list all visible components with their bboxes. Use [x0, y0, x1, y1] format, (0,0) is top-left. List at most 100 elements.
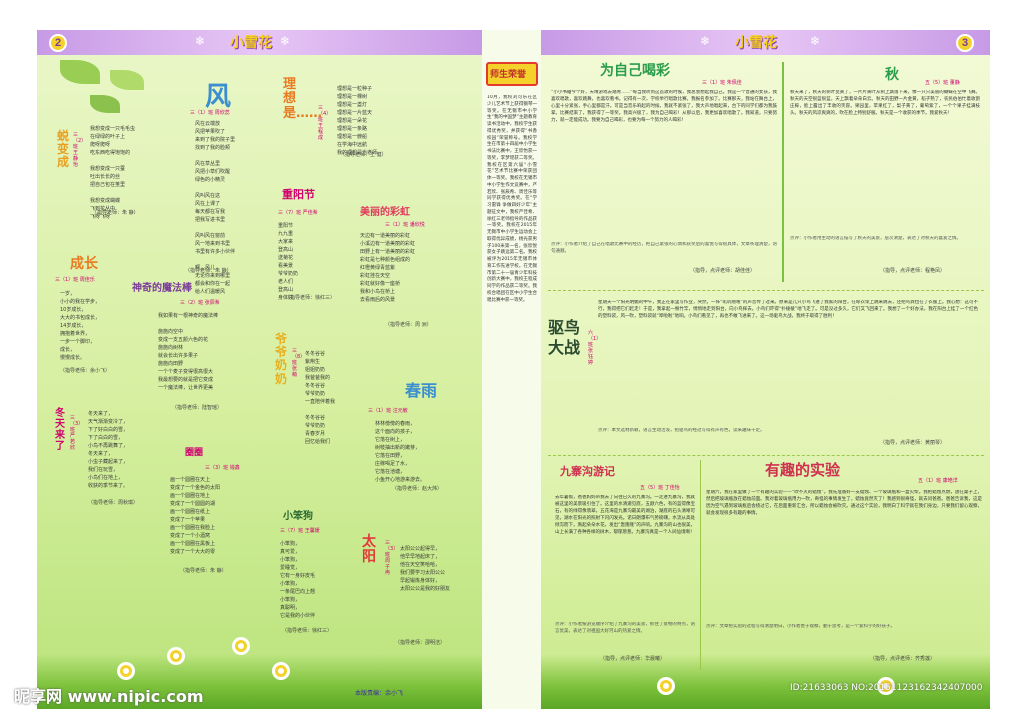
poem-line: 下了好白白的雪，	[88, 427, 129, 433]
poem-line: 理想是一朵花	[337, 118, 368, 124]
poem-line: 早起锻炼身体好，	[400, 578, 441, 584]
poem-line: 真聪明，	[280, 605, 301, 611]
poem-title-meili: 美丽的彩虹	[360, 207, 410, 218]
teacher-credit: （指导老师：徐红三）	[282, 628, 333, 634]
article-comment-jiuzhai: 点评：小作者按游览顺序介绍了九寨沟的美景，抓住了景物的特点，语言优美，表达了对祖…	[555, 622, 695, 634]
spine-title: 师生荣誉	[490, 70, 527, 80]
poem-title-taiyang: 太阳	[362, 534, 376, 566]
poem-line: 爷爷奶奶	[305, 391, 326, 397]
article-title-qiu: 秋	[885, 67, 899, 83]
poem-line	[195, 184, 235, 192]
page-number-left: 2	[49, 34, 67, 52]
poem-line: 登高山	[278, 287, 294, 293]
poem-body-mofa: 我如果有一根神奇的魔法棒 施施向空中 变成一支五颜六色的花 施施向树林 就会长出许多果…	[158, 312, 218, 392]
poem-line: 风叫风在窗前	[195, 233, 226, 239]
poem-line: 他早早地起床了，	[400, 554, 441, 560]
article-author: 五（5）班 丁佳怡	[640, 485, 680, 491]
poem-body-xiaogou: 小笨狗， 真可爱， 小笨狗， 爱睡觉， 它有一身好皮毛 小笨狗， 一条尾巴向上翘 小笨狗， 真聪…	[280, 540, 315, 620]
poem-line: 我们要学习太阳公公	[400, 570, 446, 576]
poem-line: 施施向田野	[158, 361, 184, 367]
poem-line: 画一个圆圈在天上	[170, 477, 211, 483]
daisy-icon	[660, 680, 672, 692]
poem-line: 在绿绿的叶子上	[90, 134, 126, 140]
poem-body-chongyang: 重阳节 九九重 大家来 登高山 送菊花 看美景 爷爷奶奶 老人们 登高山 身体好	[278, 222, 298, 302]
poem-line: 成长，	[60, 347, 76, 353]
snowflake-icon: ❄	[810, 34, 821, 48]
article-comment-qiu: 点评：小作者用生动的语言描写了秋天的美景，层次清楚，表达了对秋天的喜爱之情。	[790, 236, 961, 241]
daisy-icon	[235, 640, 247, 652]
teacher-credit: （指导老师：朱 静）	[92, 210, 139, 216]
poem-line: 我如果有一根神奇的魔法棒	[158, 313, 219, 319]
poem-line: 来到了我的院子里	[195, 137, 236, 143]
column-divider	[782, 62, 784, 282]
teacher-credit: （指导老师：陆智瑶）	[172, 405, 223, 411]
poem-line: 九九重	[278, 231, 294, 237]
poem-line: 绿色的小精灵	[195, 177, 226, 183]
poem-line: 一岁，	[60, 291, 76, 297]
daisy-icon	[120, 665, 132, 677]
poem-line: 一直陪伴着我	[305, 399, 336, 405]
teacher-credit: （指导老师：王 健）	[340, 152, 387, 158]
article-title-wei: 为自己喝彩	[600, 63, 670, 79]
poem-body-lixiang: 理想是一粒种子 理想是一棵树 理想是一盏灯 理想是一片蓝天 理想是一朵花 理想是一条路 理想…	[337, 85, 377, 157]
poem-line: 爷爷奶奶	[305, 423, 326, 429]
article-title-quniao: 驱鸟大战	[548, 318, 581, 357]
poem-line: 小笨狗，	[280, 581, 301, 587]
poem-line: 去看雨后的风景	[360, 297, 396, 303]
poem-line: 冬天来了，	[88, 451, 114, 457]
poem-line: 彩虹就好像一座桥	[360, 281, 401, 287]
poem-line: 10岁成长，	[60, 307, 87, 313]
poem-line: 画一个圆圈在地上	[170, 493, 211, 499]
poem-line: 一个个麦子变得很高很大	[158, 369, 214, 375]
poem-body-dongtian: 冬天来了， 天气渐渐变冷了， 下了好白白的雪， 下了白白的雪， 小鸟不再跳舞了， 冬天来了…	[88, 410, 128, 490]
article-title-shiyan: 有趣的实验	[765, 461, 841, 479]
article-body-shiyan: 星期六，我在家里做了一个有趣的实验——“吹不灭的蜡烛”。我先准备好一支蜡烛、一个…	[706, 490, 982, 516]
poem-line: 大大的书包成长，	[60, 315, 101, 321]
poem-line: 下了白白的雪，	[88, 435, 124, 441]
poem-line: 彩虹是七种颜色组成的	[360, 257, 411, 263]
poem-line: 太阳公公是我的好朋友	[400, 586, 451, 592]
poem-line: 变成了一个圆圆的湖	[170, 501, 216, 507]
poem-line: 画一个圆圈在纸上	[170, 509, 211, 515]
poem-line: 小笨狗，	[280, 597, 301, 603]
poem-line: 冬冬谷谷	[305, 415, 326, 421]
poem-line: 一条尾巴向上翘	[280, 589, 316, 595]
poem-line: 真可爱，	[280, 549, 301, 555]
poem-line: 理想是一条路	[337, 126, 368, 132]
poem-line: 看美景	[278, 263, 294, 269]
poem-title-quanquan: 圈圈	[185, 448, 204, 458]
poem-line: 慢慢成长。	[60, 355, 86, 361]
poem-line: 大家来	[278, 239, 294, 245]
poem-line: 林林傍傍的春雨，	[375, 421, 416, 427]
poem-line: 风一地来到书里	[195, 241, 231, 247]
poem-author: 三（3）班 钱鑫	[205, 465, 240, 471]
poem-line: 画一个圆圈在我脸上	[170, 525, 216, 531]
poem-line: 它落在池塘，	[375, 469, 406, 475]
teacher-credit: （指导，点评老师：华晨曦）	[600, 656, 666, 662]
poem-line: 天气渐渐变冷了，	[88, 419, 129, 425]
poem-line: 每天都在写我	[195, 209, 226, 215]
poem-author: 三（1）班 汪元敏	[368, 408, 408, 414]
poem-line: 这个面向的孩子，	[375, 429, 416, 435]
article-body-qiu: 秋天来了，秋天的树叶变黄了，一片片黄叶从树上飘落下来，像一只只美丽的蝴蝶在空中飞…	[790, 90, 980, 116]
teacher-credit: （指导老师：徐红三）	[285, 295, 336, 301]
poem-title-chunyu: 春雨	[405, 381, 438, 400]
article-author: 五（5）班 董静	[925, 80, 960, 86]
poem-line: 一个魔法棒，让世界更美	[158, 385, 214, 391]
poem-line: 爷爷奶奶	[278, 271, 299, 277]
poem-line: 送菊花	[278, 255, 294, 261]
poem-line: 变成了一个苹果	[170, 517, 206, 523]
poem-line: 爬呀爬呀	[90, 142, 111, 148]
teacher-credit: （指导老师：赵大炜）	[392, 486, 443, 492]
poem-line: 吐出长长的丝	[90, 174, 121, 180]
poem-line: 14岁成长，	[60, 323, 87, 329]
poem-line: 变成一支五颜六色的花	[158, 337, 209, 343]
poem-line: 爱睡觉，	[280, 565, 301, 571]
poem-line: 树枝抽出新的嫩芽，	[375, 445, 421, 451]
poem-line: 小笨狗，	[280, 541, 301, 547]
poem-line: 小小的我在学步，	[60, 299, 101, 305]
poem-line: 理想是一艘船	[337, 134, 368, 140]
poem-line: 理想是一片蓝天	[337, 110, 373, 116]
poem-line: 就会长出许多果子	[158, 353, 199, 359]
poem-line: 它是我的小伙伴	[280, 613, 316, 619]
